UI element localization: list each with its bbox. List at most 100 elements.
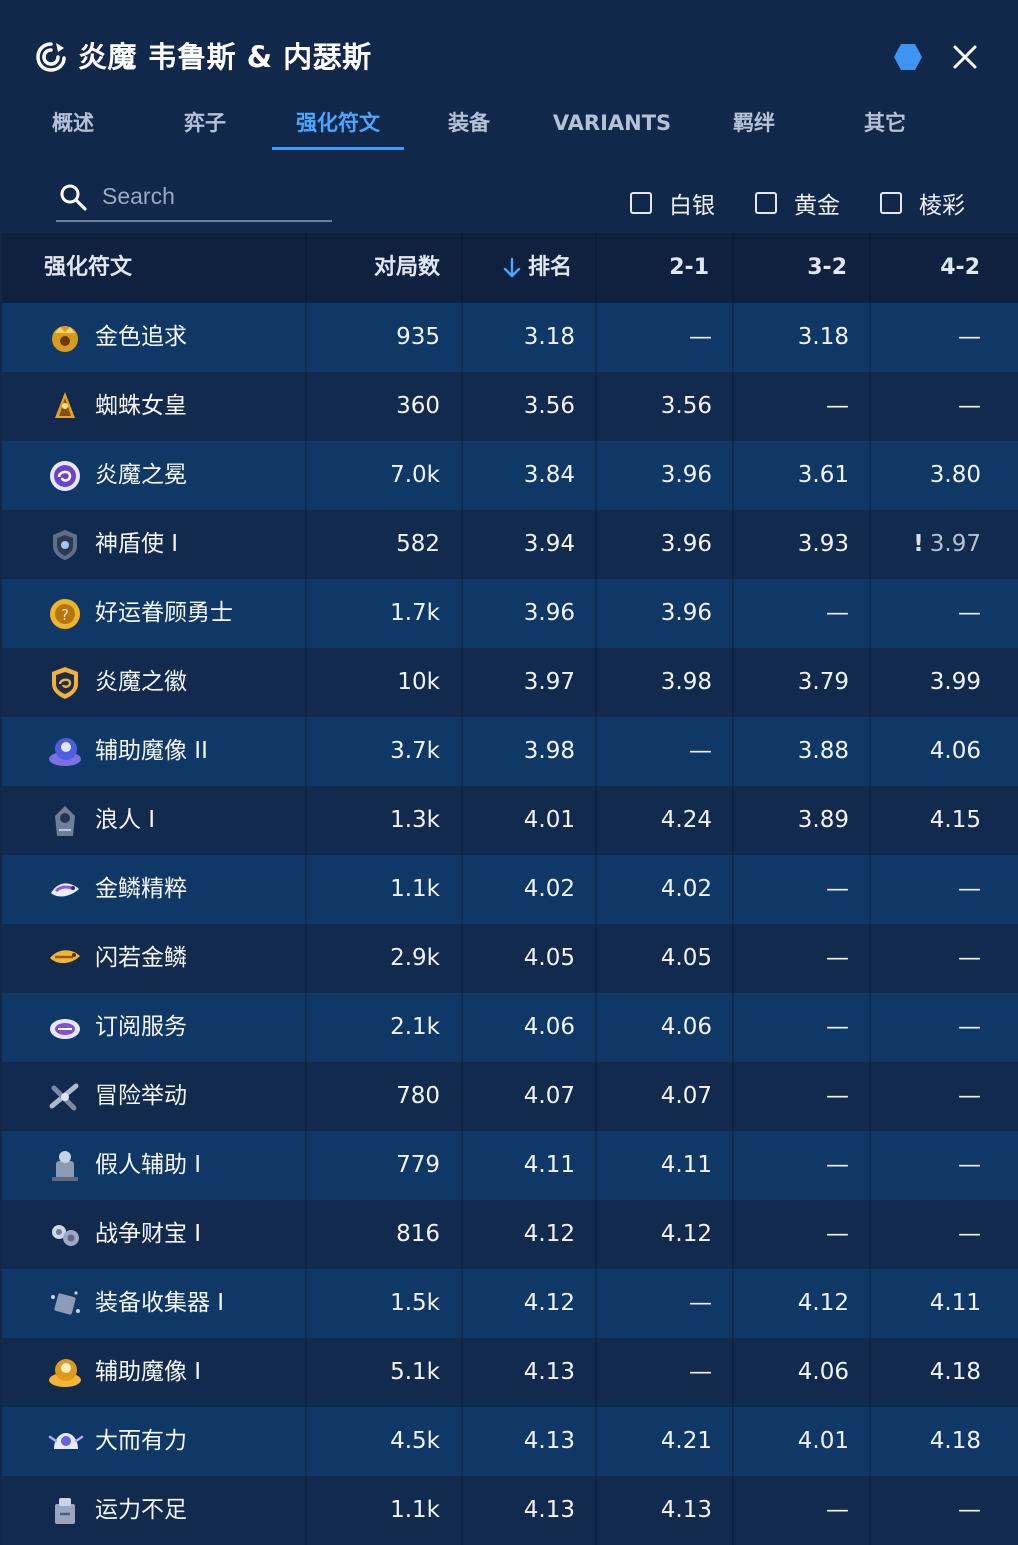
table-row[interactable]: 辅助魔像 II 3.7k 3.98 — 3.88 4.06: [2, 717, 1018, 786]
tab-units[interactable]: 弈子: [162, 100, 248, 150]
table-row[interactable]: 假人辅助 I 779 4.11 4.11 — —: [2, 1131, 1018, 1200]
rank-stage-3-2: —: [826, 945, 849, 971]
checkbox-silver[interactable]: [630, 192, 652, 214]
column-divider: [461, 1269, 463, 1338]
golden-pursuit-icon: [52, 326, 78, 352]
rank-stage-2-1: —: [689, 1359, 712, 1385]
crown-emblem-icon: [50, 461, 80, 491]
checkbox-prismatic[interactable]: [880, 192, 902, 214]
column-header-name[interactable]: 强化符文: [44, 233, 132, 303]
column-divider: [595, 1131, 597, 1200]
avg-rank: 4.13: [523, 1497, 575, 1523]
table-row[interactable]: 战争财宝 I 816 4.12 4.12 — —: [2, 1200, 1018, 1269]
filter-gold[interactable]: 黄金: [755, 186, 840, 220]
tab-traits[interactable]: 羁绊: [711, 100, 797, 150]
column-divider: [595, 372, 597, 441]
column-divider: [595, 786, 597, 855]
table-row[interactable]: 订阅服务 2.1k 4.06 4.06 — —: [2, 993, 1018, 1062]
games-count: 3.7k: [390, 738, 440, 764]
column-divider: [869, 1407, 871, 1476]
column-header-games[interactable]: 对局数: [374, 233, 440, 303]
column-divider: [732, 372, 734, 441]
column-divider: [595, 1338, 597, 1407]
column-divider: [732, 510, 734, 579]
table-row[interactable]: 闪若金鳞 2.9k 4.05 4.05 — —: [2, 924, 1018, 993]
golem-blue-icon: [49, 738, 81, 766]
table-row[interactable]: 冒险举动 780 4.07 4.07 — —: [2, 1062, 1018, 1131]
column-divider: [732, 441, 734, 510]
column-divider: [595, 993, 597, 1062]
column-header-rank[interactable]: 排名: [502, 233, 572, 303]
avg-rank: 4.11: [523, 1152, 575, 1178]
rank-stage-2-1: 3.96: [660, 462, 712, 488]
tab-augments[interactable]: 强化符文: [272, 100, 404, 150]
augment-name: 闪若金鳞: [95, 945, 187, 971]
table-row[interactable]: 炎魔之冕 7.0k 3.84 3.96 3.61 3.80: [2, 441, 1018, 510]
column-divider: [305, 993, 307, 1062]
column-divider: [305, 1131, 307, 1200]
avg-rank: 4.06: [523, 1014, 575, 1040]
table-row[interactable]: 金鳞精粹 1.1k 4.02 4.02 — —: [2, 855, 1018, 924]
augment-name: 浪人 I: [95, 807, 156, 833]
column-divider: [732, 648, 734, 717]
column-divider: [869, 786, 871, 855]
filter-silver[interactable]: 白银: [630, 186, 715, 220]
column-divider: [461, 1476, 463, 1545]
column-divider: [461, 717, 463, 786]
war-spoils-icon: [52, 1225, 79, 1246]
tab-items[interactable]: 装备: [426, 100, 512, 150]
augment-name: 假人辅助 I: [95, 1152, 202, 1178]
column-header-4-2[interactable]: 4-2: [940, 233, 980, 303]
table-row[interactable]: 金色追求 935 3.18 — 3.18 —: [2, 303, 1018, 372]
games-count: 360: [396, 393, 440, 419]
column-divider: [869, 648, 871, 717]
table-row[interactable]: 辅助魔像 I 5.1k 4.13 — 4.06 4.18: [2, 1338, 1018, 1407]
table-row[interactable]: 神盾使 I 582 3.94 3.96 3.93! 3.97: [2, 510, 1018, 579]
column-divider: [869, 855, 871, 924]
rank-stage-2-1: 4.12: [660, 1221, 712, 1247]
rank-stage-3-2: 4.01: [797, 1428, 849, 1454]
tab-other[interactable]: 其它: [842, 100, 928, 150]
rank-stage-3-2: —: [826, 876, 849, 902]
rank-stage-4-2: 4.11: [929, 1290, 981, 1316]
checkbox-gold[interactable]: [755, 192, 777, 214]
tab-bar: 概述 弈子 强化符文 装备 VARIANTS 羁绊 其它: [0, 100, 1018, 152]
table-row[interactable]: 浪人 I 1.3k 4.01 4.24 3.89 4.15: [2, 786, 1018, 855]
column-divider: [305, 441, 307, 510]
column-header-2-1[interactable]: 2-1: [669, 233, 709, 303]
rank-stage-4-2: —: [958, 945, 981, 971]
avg-rank: 4.13: [523, 1359, 575, 1385]
rank-stage-3-2: 3.89: [797, 807, 849, 833]
column-divider: [869, 993, 871, 1062]
avg-rank: 4.13: [523, 1428, 575, 1454]
close-icon[interactable]: [948, 40, 982, 74]
table-row[interactable]: 炎魔之徽 10k 3.97 3.98 3.79 3.99: [2, 648, 1018, 717]
tab-overview[interactable]: 概述: [30, 100, 116, 150]
lacking-power-icon: [55, 1498, 75, 1524]
rank-stage-4-2: —: [958, 393, 981, 419]
table-row[interactable]: 大而有力 4.5k 4.13 4.21 4.01 4.18: [2, 1407, 1018, 1476]
column-divider: [869, 1131, 871, 1200]
column-divider: [461, 441, 463, 510]
search-box[interactable]: [56, 172, 332, 222]
search-input[interactable]: [102, 178, 322, 214]
table-row[interactable]: 蜘蛛女皇 360 3.56 3.56 — —: [2, 372, 1018, 441]
column-divider: [305, 648, 307, 717]
tab-variants[interactable]: VARIANTS: [548, 100, 676, 150]
column-divider: [869, 1062, 871, 1131]
filter-prismatic[interactable]: 棱彩: [880, 186, 965, 220]
table-row[interactable]: ? 好运眷顾勇士 1.7k 3.96 3.96 — —: [2, 579, 1018, 648]
augment-name: 辅助魔像 I: [95, 1359, 202, 1385]
column-divider: [732, 855, 734, 924]
table-row[interactable]: 运力不足 1.1k 4.13 4.13 — —: [2, 1476, 1018, 1545]
column-divider: [732, 303, 734, 372]
rank-stage-4-2: 4.18: [929, 1428, 981, 1454]
column-divider: [305, 303, 307, 372]
table-row[interactable]: 装备收集器 I 1.5k 4.12 — 4.12 4.11: [2, 1269, 1018, 1338]
column-divider: [305, 786, 307, 855]
column-divider: [461, 786, 463, 855]
avg-rank: 3.56: [523, 393, 575, 419]
rank-stage-2-1: 4.13: [660, 1497, 712, 1523]
hexagon-icon[interactable]: [893, 43, 923, 71]
column-header-3-2[interactable]: 3-2: [807, 233, 847, 303]
